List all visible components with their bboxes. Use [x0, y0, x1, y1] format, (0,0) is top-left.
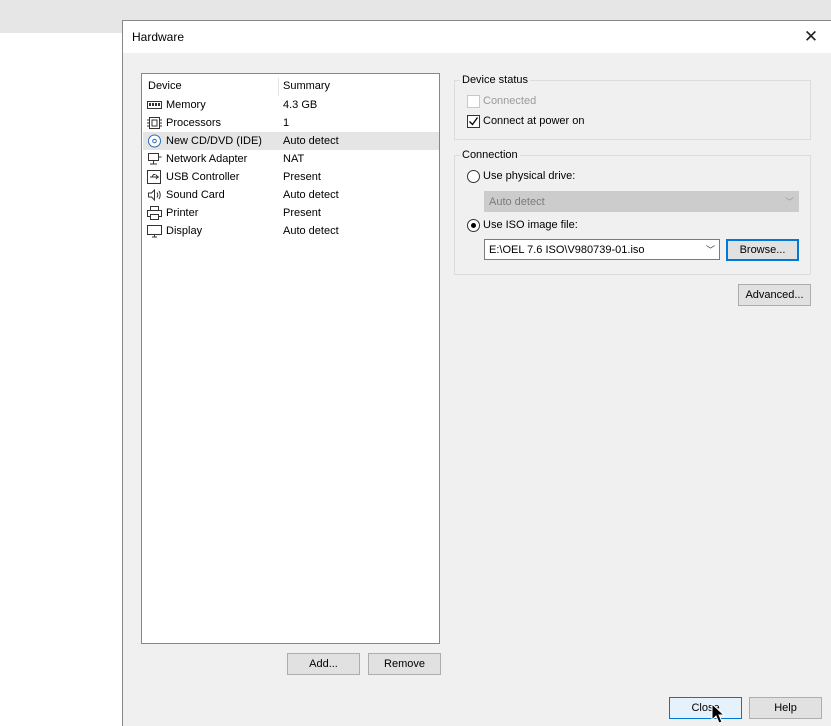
physical-drive-select[interactable]: Auto detect ﹀	[484, 191, 799, 212]
device-name: Network Adapter	[166, 153, 248, 165]
device-name: USB Controller	[166, 171, 240, 183]
device-summary: 4.3 GB	[283, 99, 318, 111]
chevron-down-icon: ﹀	[784, 197, 794, 207]
device-summary: NAT	[283, 153, 305, 165]
dialog-title: Hardware	[132, 30, 185, 44]
device-row-network-adapter[interactable]: Network Adapter NAT	[143, 150, 439, 168]
device-row-processors[interactable]: Processors 1	[143, 114, 439, 132]
list-header: Device Summary	[142, 78, 439, 96]
device-row-display[interactable]: Display Auto detect	[143, 222, 439, 240]
hardware-dialog: Hardware ✕ Device Summary Memory 4.3 GB …	[122, 20, 831, 726]
device-name: Sound Card	[166, 189, 225, 201]
device-name: Display	[166, 225, 203, 237]
device-summary: 1	[283, 117, 290, 129]
add-button[interactable]: Add...	[287, 653, 360, 675]
radio-selected-dot	[471, 223, 476, 228]
printer-icon	[147, 206, 162, 220]
connect-at-power-on-checkbox[interactable]	[467, 115, 480, 128]
close-icon[interactable]: ✕	[799, 25, 823, 49]
memory-icon	[147, 101, 162, 109]
device-row-printer[interactable]: Printer Present	[143, 204, 439, 222]
header-device[interactable]: Device	[148, 80, 182, 92]
device-name: Processors	[166, 117, 222, 129]
usb-icon	[147, 170, 161, 184]
title-bar[interactable]: Hardware ✕	[123, 21, 831, 53]
iso-image-path-value: E:\OEL 7.6 ISO\V980739-01.iso	[489, 244, 645, 256]
physical-drive-value: Auto detect	[489, 196, 545, 208]
device-summary: Auto detect	[283, 135, 339, 147]
advanced-button[interactable]: Advanced...	[738, 284, 811, 306]
connect-at-power-on-label: Connect at power on	[483, 115, 585, 127]
device-summary: Auto detect	[283, 189, 339, 201]
speaker-icon	[148, 188, 161, 202]
monitor-icon	[147, 225, 162, 238]
mouse-pointer-icon	[711, 703, 725, 724]
browse-button[interactable]: Browse...	[726, 239, 799, 261]
device-row-sound-card[interactable]: Sound Card Auto detect	[143, 186, 439, 204]
connection-label: Connection	[460, 149, 520, 161]
device-name: Memory	[166, 99, 206, 111]
iso-image-path-combo[interactable]: E:\OEL 7.6 ISO\V980739-01.iso ﹀	[484, 239, 720, 260]
device-row-memory[interactable]: Memory 4.3 GB	[143, 96, 439, 114]
header-summary[interactable]: Summary	[283, 80, 330, 92]
header-divider[interactable]	[278, 78, 279, 96]
device-row-usb-controller[interactable]: USB Controller Present	[143, 168, 439, 186]
iso-image-label: Use ISO image file:	[483, 219, 578, 231]
device-name: New CD/DVD (IDE)	[166, 135, 262, 147]
processor-icon	[147, 117, 162, 129]
checkmark-icon	[469, 117, 479, 126]
background-window	[0, 33, 123, 726]
help-button[interactable]: Help	[749, 697, 822, 719]
connected-label: Connected	[483, 95, 537, 107]
connected-checkbox[interactable]	[467, 95, 480, 108]
device-name: Printer	[166, 207, 199, 219]
iso-image-radio[interactable]	[467, 219, 480, 232]
remove-button[interactable]: Remove	[368, 653, 441, 675]
device-summary: Auto detect	[283, 225, 339, 237]
device-summary: Present	[283, 171, 321, 183]
close-button[interactable]: Close	[669, 697, 742, 719]
device-summary: Present	[283, 207, 321, 219]
device-status-group: Device status Connected Connect at power…	[454, 74, 811, 140]
network-adapter-icon	[148, 153, 162, 165]
device-list[interactable]: Device Summary Memory 4.3 GB Processors …	[141, 73, 440, 644]
chevron-down-icon[interactable]: ﹀	[706, 243, 715, 256]
cd-dvd-icon	[148, 134, 161, 148]
device-row-cd-dvd[interactable]: New CD/DVD (IDE) Auto detect	[143, 132, 439, 150]
physical-drive-radio[interactable]	[467, 170, 480, 183]
device-status-label: Device status	[460, 74, 531, 86]
physical-drive-label: Use physical drive:	[483, 170, 576, 182]
